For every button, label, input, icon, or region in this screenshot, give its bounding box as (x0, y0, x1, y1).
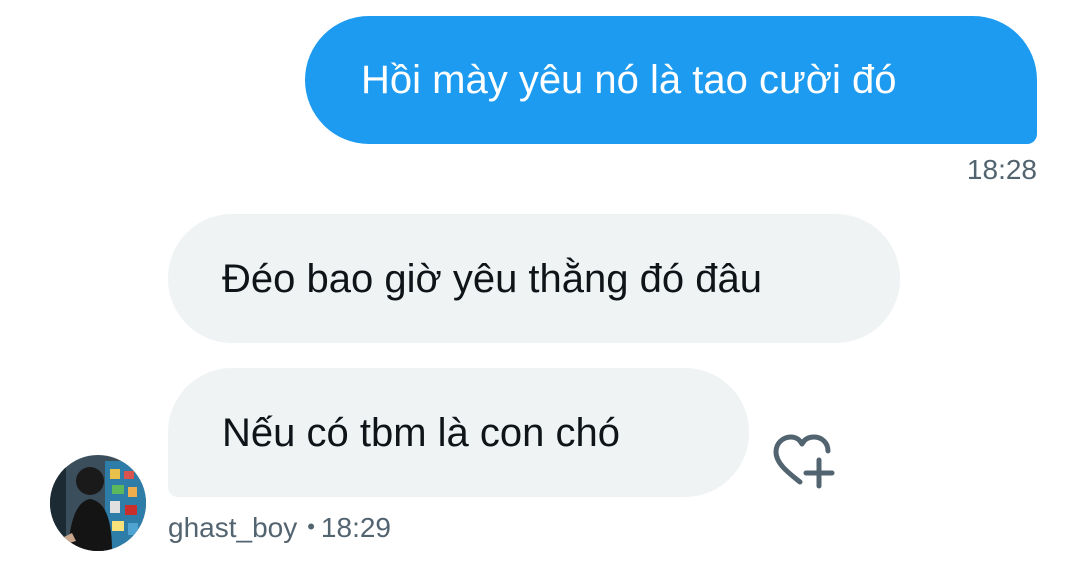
profile-photo (50, 455, 146, 551)
sent-message-text: Hồi mày yêu nó là tao cười đó (361, 58, 897, 102)
received-message-text: Đéo bao giờ yêu thằng đó đâu (222, 256, 762, 301)
meta-separator: • (307, 514, 315, 539)
message-meta: ghast_boy • 18:29 (168, 512, 391, 544)
heart-plus-icon (773, 434, 835, 489)
sent-message-timestamp: 18:28 (966, 154, 1037, 185)
sender-username[interactable]: ghast_boy (168, 512, 297, 543)
add-reaction-button[interactable] (770, 430, 842, 494)
received-message-bubble[interactable]: Nếu có tbm là con chó (168, 368, 749, 497)
sent-message-bubble[interactable]: Hồi mày yêu nó là tao cười đó (305, 16, 1037, 144)
avatar[interactable] (50, 455, 146, 551)
received-message-text: Nếu có tbm là con chó (222, 410, 620, 455)
received-message-bubble[interactable]: Đéo bao giờ yêu thằng đó đâu (168, 214, 900, 343)
received-message-timestamp: 18:29 (320, 512, 391, 543)
